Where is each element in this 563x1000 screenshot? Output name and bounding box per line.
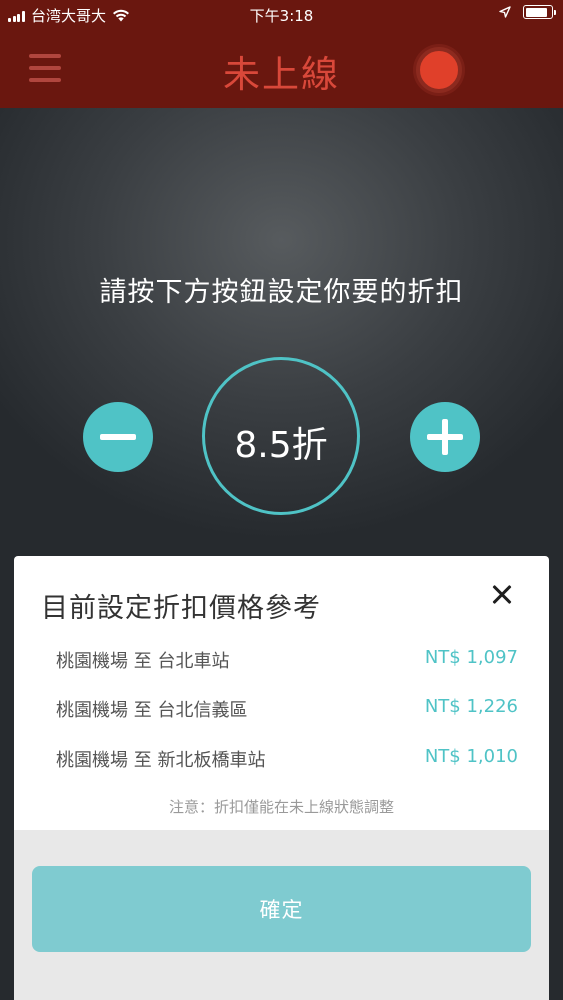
increase-discount-button[interactable]: [410, 402, 480, 472]
price-reference-sheet: 目前設定折扣價格參考 桃園機場 至 台北車站 NT$ 1,097 桃園機場 至 …: [14, 556, 549, 830]
route-name: 桃園機場 至 台北信義區: [56, 700, 248, 721]
battery-icon: [523, 5, 556, 19]
confirm-button[interactable]: 確定: [32, 866, 531, 952]
discount-display: 8.5折: [202, 357, 360, 515]
close-icon[interactable]: [487, 580, 517, 610]
route-price: NT$ 1,226: [424, 696, 518, 717]
minus-icon: [100, 434, 136, 440]
status-right: [499, 5, 556, 19]
route-price: NT$ 1,097: [424, 647, 518, 668]
status-time: 下午3:18: [249, 7, 314, 25]
sheet-title: 目前設定折扣價格參考: [41, 593, 321, 624]
instruction-text: 請按下方按鈕設定你要的折扣: [99, 277, 464, 308]
online-status-title: 未上線: [223, 53, 340, 96]
adjust-note: 注意：折扣僅能在未上線狀態調整: [168, 798, 394, 816]
status-bar: 台湾大哥大 下午3:18: [0, 0, 563, 30]
list-item: 桃園機場 至 台北車站 NT$ 1,097: [56, 647, 518, 673]
route-name: 桃園機場 至 台北車站: [56, 651, 230, 672]
route-price: NT$ 1,010: [424, 746, 518, 767]
battery-fill: [525, 7, 547, 17]
app-header: 未上線: [0, 30, 563, 108]
discount-value: 8.5折: [234, 425, 328, 466]
location-arrow-icon: [499, 6, 511, 18]
route-name: 桃園機場 至 新北板橋車站: [56, 750, 266, 771]
list-item: 桃園機場 至 台北信義區 NT$ 1,226: [56, 696, 518, 722]
status-dot-icon[interactable]: [416, 47, 462, 93]
decrease-discount-button[interactable]: [83, 402, 153, 472]
list-item: 桃園機場 至 新北板橋車站 NT$ 1,010: [56, 746, 518, 772]
sheet-footer: 確定: [14, 830, 549, 1000]
